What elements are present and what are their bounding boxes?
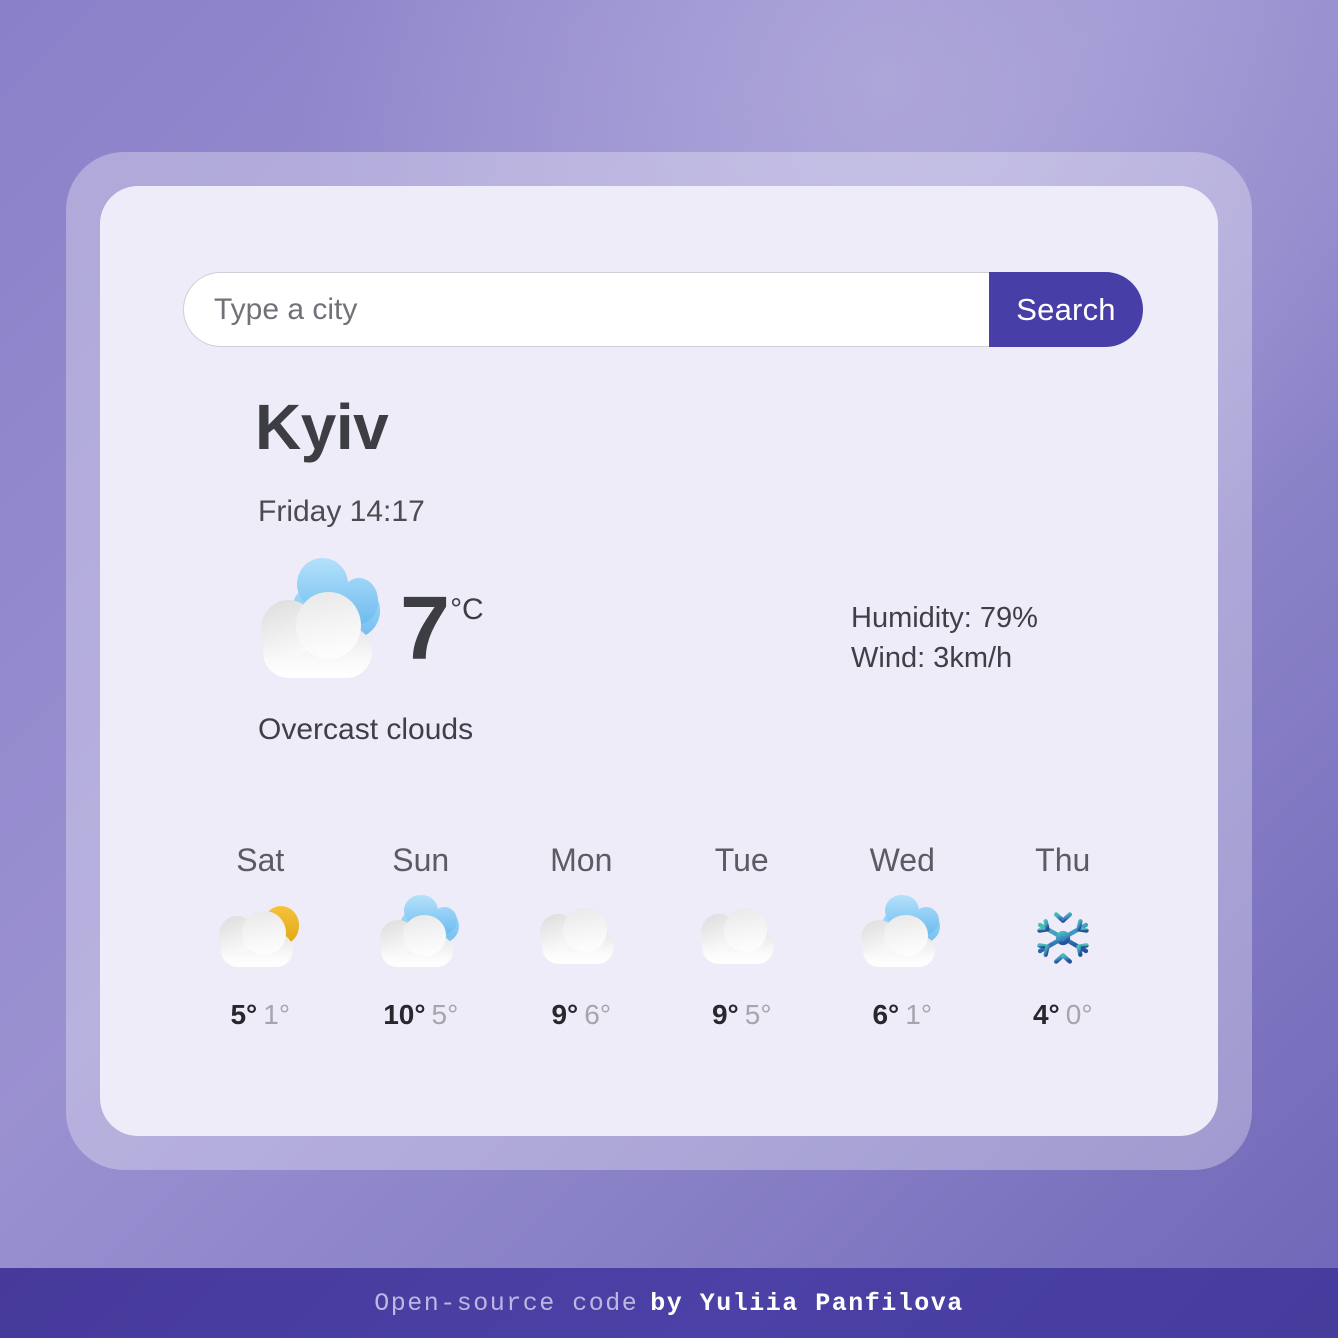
forecast-temp-min: 0° — [1065, 999, 1093, 1030]
forecast-temperatures: 6° 1° — [872, 999, 932, 1031]
forecast-temp-min: 5° — [744, 999, 772, 1030]
current-datetime: Friday 14:17 — [258, 495, 425, 528]
forecast-temperatures: 5° 1° — [230, 999, 290, 1031]
snowflake-icon — [1020, 905, 1106, 971]
forecast-temperatures: 9° 5° — [712, 999, 772, 1031]
forecast-day-label: Mon — [550, 842, 613, 878]
forecast-day-label: Thu — [1035, 842, 1091, 878]
forecast-temp-max: 4° — [1032, 999, 1060, 1030]
city-name: Kyiv — [255, 391, 389, 463]
forecast-temp-max: 5° — [230, 999, 258, 1030]
forecast-temp-max: 9° — [551, 999, 579, 1030]
forecast-day-label: Wed — [869, 842, 935, 878]
footer-open-source-label[interactable]: Open-source code — [374, 1289, 638, 1318]
cloud-icon — [699, 905, 785, 971]
forecast-day-label: Sun — [392, 842, 450, 878]
overcast-clouds-icon — [258, 557, 388, 685]
wind-value: Wind: 3km/h — [851, 642, 1013, 675]
forecast-temperatures: 10° 5° — [383, 999, 458, 1031]
current-temperature: 7 — [400, 579, 450, 680]
humidity-value: Humidity: 79% — [851, 602, 1038, 634]
forecast-temp-max: 10° — [383, 999, 426, 1030]
sun-behind-cloud-icon — [217, 905, 303, 971]
overcast-clouds-icon — [859, 894, 945, 971]
weather-details: Humidity: 79% Wind: 3km/h — [851, 598, 1038, 678]
overcast-clouds-icon — [378, 894, 464, 971]
forecast-day: Wed 6° 1° — [822, 842, 983, 1031]
forecast-temperatures: 9° 6° — [551, 999, 611, 1031]
weather-description: Overcast clouds — [258, 713, 474, 746]
forecast-day-label: Tue — [714, 842, 769, 878]
current-conditions: 7 °C — [258, 557, 484, 685]
forecast-temp-min: 1° — [263, 999, 291, 1030]
search-button[interactable]: Search — [989, 272, 1143, 347]
forecast-temp-min: 6° — [584, 999, 612, 1030]
forecast-row: Sat 5° 1° Sun 10° 5° Mon 9° 6° Tue 9° 5° Wed 6° 1° Thu 4… — [180, 842, 1143, 1031]
forecast-day: Mon 9° 6° — [501, 842, 662, 1031]
forecast-day: Thu 4° 0° — [983, 842, 1144, 1031]
cloud-icon — [538, 905, 624, 971]
search-input[interactable] — [183, 272, 989, 347]
forecast-temp-min: 1° — [905, 999, 933, 1030]
forecast-day-label: Sat — [236, 842, 285, 878]
forecast-temp-max: 9° — [711, 999, 739, 1030]
forecast-day: Tue 9° 5° — [662, 842, 823, 1031]
footer: Open-source code by Yuliia Panfilova — [0, 1268, 1338, 1338]
temperature-unit: °C — [450, 593, 484, 627]
forecast-temperatures: 4° 0° — [1033, 999, 1093, 1031]
search-form: Search — [183, 272, 1143, 347]
forecast-temp-max: 6° — [872, 999, 900, 1030]
forecast-temp-min: 5° — [431, 999, 459, 1030]
forecast-day: Sun 10° 5° — [341, 842, 502, 1031]
footer-author-label[interactable]: by Yuliia Panfilova — [650, 1289, 964, 1318]
forecast-day: Sat 5° 1° — [180, 842, 341, 1031]
current-temperature-group: 7 °C — [400, 579, 484, 680]
